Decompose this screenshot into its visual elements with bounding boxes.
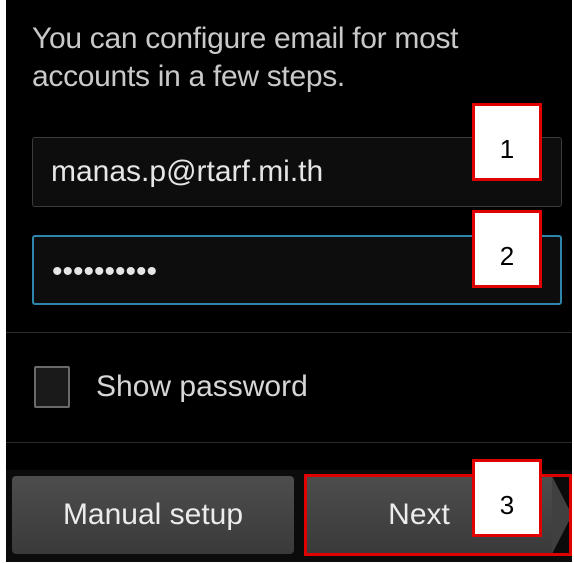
email-field-value: manas.p@rtarf.mi.th [51,155,324,188]
callout-3: 3 [472,459,542,537]
divider [6,442,572,443]
callout-2: 2 [472,210,542,288]
callout-1: 1 [472,103,542,181]
show-password-label[interactable]: Show password [96,366,308,408]
next-arrow-icon[interactable] [552,476,572,554]
show-password-checkbox[interactable] [34,366,70,408]
manual-setup-button[interactable]: Manual setup [12,476,294,554]
next-button-label: Next [388,498,450,531]
divider [6,332,572,333]
password-field-value: •••••••••• [52,255,158,288]
email-setup-screen: You can configure email for most account… [6,0,572,562]
intro-text: You can configure email for most account… [32,22,459,93]
